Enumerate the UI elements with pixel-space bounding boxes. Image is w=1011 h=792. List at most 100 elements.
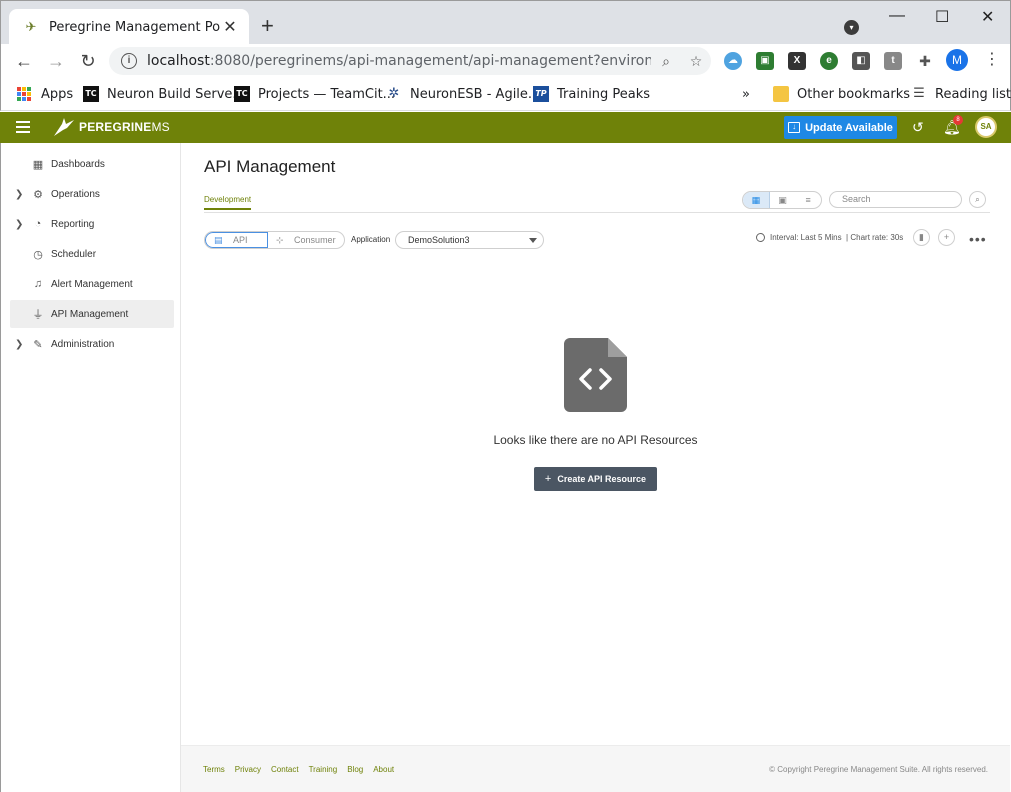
tab-development[interactable]: Development <box>204 195 252 210</box>
consumer-toggle-button[interactable]: ⊹ Consumer <box>268 232 344 248</box>
copyright-text: © Copyright Peregrine Management Suite. … <box>769 765 988 774</box>
api-consumer-toggle: ▤ API ⊹ Consumer <box>204 231 345 249</box>
footer-link-privacy[interactable]: Privacy <box>235 765 261 774</box>
sidebar-item-operations[interactable]: ❯ ⚙ Operations <box>10 180 174 208</box>
interval-info[interactable]: Interval: Last 5 Mins | Chart rate: 30s <box>756 231 903 243</box>
sidebar-item-alert-management[interactable]: ♫ Alert Management <box>10 270 174 298</box>
browser-tab-strip: ✈ Peregrine Management Portal ✕ + ▾ — ☐ … <box>0 0 1011 45</box>
jira-icon: ✲ <box>388 86 400 101</box>
main-content: API Management Development ▦ ▣ ≡ Search … <box>181 143 1010 745</box>
apps-grid-icon <box>17 87 31 101</box>
sidebar-item-administration[interactable]: ❯ ✎ Administration <box>10 330 174 358</box>
minimize-button[interactable]: — <box>889 7 905 25</box>
footer-link-contact[interactable]: Contact <box>271 765 299 774</box>
bell-icon: ♫ <box>33 278 43 290</box>
wrench-icon: ✎ <box>33 338 43 351</box>
sidebar-item-api-management[interactable]: ⏚ API Management <box>10 300 174 328</box>
delete-icon[interactable]: ▮ <box>913 229 930 246</box>
chevron-right-icon[interactable]: ❯ <box>15 219 23 230</box>
menu-icon[interactable] <box>16 121 30 133</box>
chart-icon: ◔ <box>34 218 42 230</box>
chevron-right-icon[interactable]: ❯ <box>15 189 23 200</box>
plus-icon: + <box>544 473 552 485</box>
bookmark-training-peaks[interactable]: TP Training Peaks <box>533 84 650 104</box>
create-api-resource-button[interactable]: + Create API Resource <box>534 467 657 491</box>
view-toggle: ▦ ▣ ≡ <box>742 191 822 209</box>
footer-link-about[interactable]: About <box>373 765 394 774</box>
browser-menu-icon[interactable]: ⋮ <box>984 52 1000 68</box>
brand-logo[interactable]: PEREGRINE MS <box>52 116 170 138</box>
footer: Terms Privacy Contact Training Blog Abou… <box>181 745 1010 792</box>
tab-divider <box>204 212 990 213</box>
teamcity-icon: TC <box>234 86 250 102</box>
sidebar-item-reporting[interactable]: ❯ ◔ Reporting <box>10 210 174 238</box>
close-window-button[interactable]: ✕ <box>981 7 994 27</box>
other-bookmarks[interactable]: Other bookmarks <box>773 84 910 104</box>
empty-state-message: Looks like there are no API Resources <box>493 433 698 447</box>
more-options-icon[interactable]: ••• <box>969 231 987 247</box>
back-icon[interactable]: ← <box>13 50 35 72</box>
history-icon[interactable]: ↺ <box>912 119 924 136</box>
browser-toolbar: ← → ↻ i localhost:8080/peregrinems/api-m… <box>0 44 1011 78</box>
clock-icon <box>756 232 765 242</box>
bookmarks-overflow-button[interactable]: » <box>742 84 750 104</box>
folder-icon <box>773 86 789 102</box>
profile-avatar[interactable]: M <box>946 49 968 71</box>
puzzle-extensions-icon[interactable]: ✚ <box>916 52 934 70</box>
application-label: Application <box>351 235 391 244</box>
new-tab-button[interactable]: + <box>261 13 274 39</box>
update-available-button[interactable]: ↓ Update Available <box>784 116 897 139</box>
tab-title: Peregrine Management Portal <box>49 19 221 35</box>
gear-icon: ⚙ <box>33 188 43 201</box>
bookmark-neuronesb-agile[interactable]: ✲ NeuronESB - Agile... <box>386 84 541 104</box>
bookmark-star-icon[interactable]: ☆ <box>681 53 711 70</box>
trainingpeaks-icon: TP <box>533 86 549 102</box>
search-input[interactable]: Search <box>829 191 962 208</box>
list-view-icon[interactable]: ≡ <box>795 192 821 208</box>
reading-list-icon: ☰ <box>913 86 925 101</box>
image-extension-icon[interactable]: ▣ <box>756 52 774 70</box>
add-icon[interactable]: + <box>938 229 955 246</box>
bookmarks-bar: Apps TC Neuron Build Serve... TC Project… <box>0 78 1011 111</box>
sidebar-item-scheduler[interactable]: ◷ Scheduler <box>10 240 174 268</box>
app-header: PEREGRINE MS ↓ Update Available ↺ 🔔︎ 8 SA <box>0 112 1011 143</box>
footer-link-blog[interactable]: Blog <box>347 765 363 774</box>
sidebar: ▦ Dashboards ❯ ⚙ Operations ❯ ◔ Reportin… <box>0 143 181 792</box>
evernote-extension-icon[interactable]: e <box>820 52 838 70</box>
screenshot-extension-icon[interactable]: ◧ <box>852 52 870 70</box>
chevron-right-icon[interactable]: ❯ <box>15 339 23 350</box>
browser-tab[interactable]: ✈ Peregrine Management Portal ✕ <box>9 9 249 45</box>
forward-icon[interactable]: → <box>45 50 67 72</box>
reload-icon[interactable]: ↻ <box>77 50 99 72</box>
bookmark-apps[interactable]: Apps <box>17 84 73 104</box>
page-title: API Management <box>204 157 336 176</box>
card-view-icon[interactable]: ▣ <box>770 192 796 208</box>
tab-close-icon[interactable]: ✕ <box>221 17 239 37</box>
footer-link-terms[interactable]: Terms <box>203 765 225 774</box>
search-icon[interactable]: ⌕ <box>969 191 986 208</box>
url-text[interactable]: localhost:8080/peregrinems/api-managemen… <box>147 53 651 69</box>
zoom-icon[interactable]: ⌕ <box>651 53 681 70</box>
application-select[interactable]: DemoSolution3 <box>395 231 544 249</box>
tab-search-icon[interactable]: ▾ <box>844 20 859 35</box>
dashboard-icon: ▦ <box>32 158 44 171</box>
t-extension-icon[interactable]: t <box>884 52 902 70</box>
user-avatar[interactable]: SA <box>975 116 997 138</box>
x-extension-icon[interactable]: X <box>788 52 806 70</box>
maximize-button[interactable]: ☐ <box>935 7 949 27</box>
notification-count-badge: 8 <box>953 115 963 125</box>
chevron-down-icon <box>529 238 537 243</box>
sidebar-item-dashboards[interactable]: ▦ Dashboards <box>10 150 174 178</box>
teamcity-icon: TC <box>83 86 99 102</box>
bookmark-neuron-build[interactable]: TC Neuron Build Serve... <box>83 84 245 104</box>
grid-view-icon[interactable]: ▦ <box>743 192 770 208</box>
footer-links: Terms Privacy Contact Training Blog Abou… <box>203 765 394 774</box>
site-info-icon[interactable]: i <box>121 53 137 69</box>
peregrine-logo-icon <box>54 118 74 136</box>
cloud-extension-icon[interactable]: ☁ <box>724 52 742 70</box>
address-bar[interactable]: i localhost:8080/peregrinems/api-managem… <box>109 47 711 75</box>
api-toggle-button[interactable]: ▤ API <box>205 232 268 248</box>
bookmark-projects-teamcity[interactable]: TC Projects — TeamCit... <box>234 84 395 104</box>
footer-link-training[interactable]: Training <box>309 765 338 774</box>
reading-list[interactable]: ☰ Reading list <box>911 84 1011 104</box>
